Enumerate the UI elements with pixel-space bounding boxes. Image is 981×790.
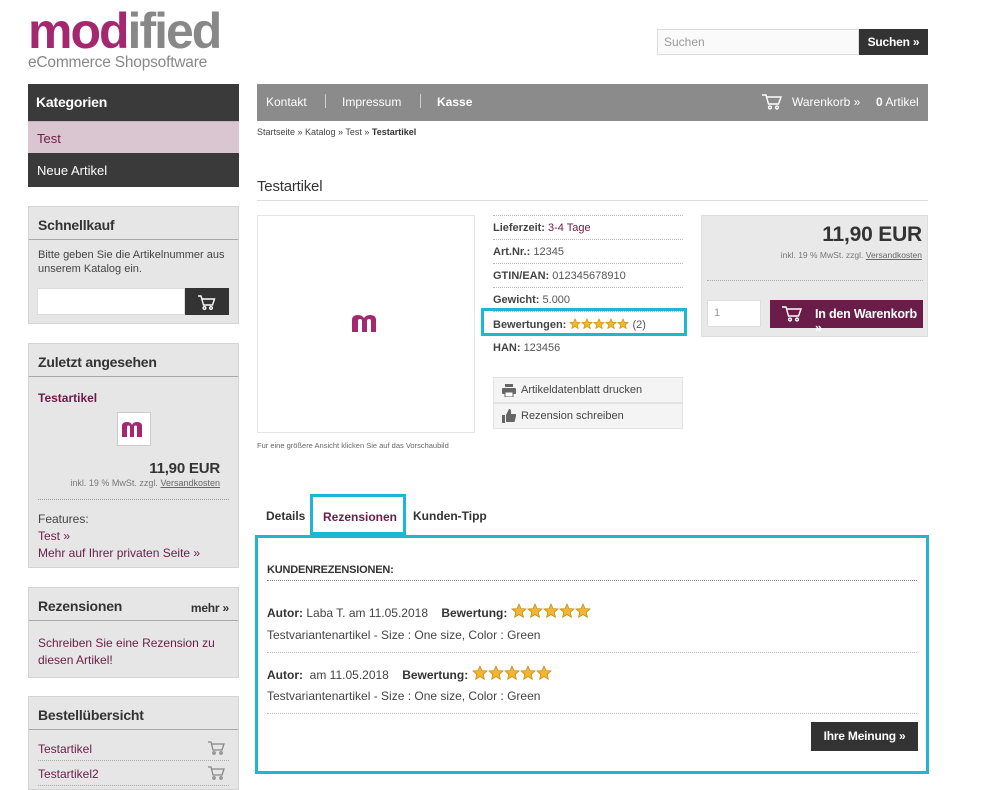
logo-tagline: eCommerce Shopsoftware (28, 54, 208, 71)
category-item-test[interactable]: Test (28, 121, 239, 153)
quantity-input[interactable]: 1 (707, 300, 761, 327)
add-to-cart-button[interactable]: In den Warenkorb » (770, 300, 923, 335)
review-meta: Autor: am 11.05.2018 Bewertung: (267, 665, 554, 682)
info-han: HAN: 123456 (493, 335, 683, 359)
feature-link-test[interactable]: Test » (38, 528, 200, 545)
breadcrumb[interactable]: Startseite » Katalog » Test » Testartike… (257, 127, 416, 137)
quick-buy-box: Schnellkauf Bitte geben Sie die Artikeln… (28, 206, 239, 324)
thumbs-up-icon (502, 409, 516, 423)
cart-icon[interactable] (207, 765, 227, 781)
features-label: Features: (38, 512, 89, 526)
recently-viewed-box: Zuletzt angesehen Testartikel 11,90 EUR … (28, 343, 239, 568)
cart-icon[interactable] (761, 93, 785, 111)
divider (707, 280, 923, 281)
order-overview-box: Bestellübersicht Testartikel Testartikel… (28, 696, 239, 790)
quick-buy-button[interactable] (185, 288, 229, 315)
cart-icon[interactable] (207, 740, 227, 756)
divider (267, 580, 917, 581)
category-item-new-articles[interactable]: Neue Artikel (28, 153, 239, 187)
info-article-number: Art.Nr.: 12345 (493, 239, 683, 263)
shipping-cost-link[interactable]: Versandkosten (160, 478, 220, 488)
nav-cart-count[interactable]: 0 Artikel (876, 95, 919, 109)
buy-box: 11,90 EUR inkl. 19 % MwSt. zzgl. Versand… (701, 215, 928, 337)
tab-reviews[interactable]: Rezensionen (310, 494, 406, 535)
private-page-link[interactable]: Mehr auf Ihrer privaten Seite » (38, 545, 200, 562)
reviews-box: Rezensionen mehr » Schreiben Sie eine Re… (28, 587, 239, 678)
nav-cart-link[interactable]: Warenkorb » (792, 95, 860, 109)
search-input[interactable]: Suchen (657, 29, 859, 55)
rating-highlight (481, 308, 687, 336)
recent-vat-note: inkl. 19 % MwSt. zzgl. Versandkosten (70, 478, 220, 488)
nav-separator (325, 94, 326, 108)
logo[interactable]: modified eCommerce Shopsoftware (28, 6, 243, 74)
vat-note: inkl. 19 % MwSt. zzgl. Versandkosten (780, 250, 922, 260)
reviews-panel: KUNDENREZENSIONEN: Autor: Laba T. am 11.… (255, 535, 929, 774)
page-title: Testartikel (257, 178, 323, 195)
main-nav: Kontakt Impressum Kasse Warenkorb » 0 Ar… (257, 84, 928, 121)
reviews-heading: KUNDENREZENSIONEN: (267, 564, 394, 576)
review-rating-stars (471, 665, 552, 681)
order-item[interactable]: Testartikel2 (38, 762, 229, 786)
nav-contact[interactable]: Kontakt (266, 95, 307, 109)
recently-viewed-title: Zuletzt angesehen (29, 344, 238, 377)
image-hint: Fur eine größere Ansicht klicken Sie auf… (257, 441, 449, 450)
logo-wordmark: modified (28, 3, 222, 59)
quick-buy-text: Bitte geben Sie die Artikelnummer aus un… (38, 249, 225, 275)
recent-product-thumbnail[interactable] (117, 412, 151, 446)
product-m-logo (352, 315, 376, 332)
divider (267, 652, 917, 653)
info-gtin: GTIN/EAN: 012345678910 (493, 263, 683, 287)
reviews-more-link[interactable]: mehr » (191, 601, 229, 615)
product-m-logo (122, 422, 142, 437)
recent-features: Features: Test » Mehr auf Ihrer privaten… (38, 511, 200, 562)
cart-icon (782, 306, 802, 322)
write-review-link[interactable]: Schreiben Sie eine Rezension zu diesen A… (38, 635, 228, 669)
print-datasheet-button[interactable]: Artikeldatenblatt drucken (493, 377, 683, 403)
quick-buy-title: Schnellkauf (29, 207, 238, 240)
review-text: Testvariantenartikel - Size : One size, … (267, 689, 541, 703)
product-price: 11,90 EUR (822, 223, 922, 246)
your-opinion-button[interactable]: Ihre Meinung » (811, 722, 918, 751)
categories-title: Kategorien (28, 84, 239, 121)
review-text: Testvariantenartikel - Size : One size, … (267, 628, 541, 642)
tab-details[interactable]: Details (266, 509, 305, 523)
printer-icon (502, 384, 516, 397)
nav-imprint[interactable]: Impressum (342, 95, 401, 109)
article-number-input[interactable] (37, 288, 185, 315)
search-button[interactable]: Suchen » (859, 29, 928, 55)
order-item[interactable]: Testartikel (38, 737, 229, 761)
title-divider (257, 200, 928, 201)
review-meta: Autor: Laba T. am 11.05.2018 Bewertung: (267, 603, 593, 620)
divider (38, 499, 229, 500)
order-overview-title: Bestellübersicht (29, 697, 238, 730)
write-review-button[interactable]: Rezension schreiben (493, 403, 683, 429)
cart-icon (198, 295, 216, 311)
info-delivery: Lieferzeit: 3-4 Tage (493, 215, 683, 239)
shipping-cost-link[interactable]: Versandkosten (866, 250, 922, 260)
review-rating-stars (510, 603, 591, 619)
product-image[interactable] (257, 215, 475, 433)
divider (267, 713, 917, 714)
recent-product-link[interactable]: Testartikel (38, 391, 97, 405)
nav-checkout[interactable]: Kasse (437, 95, 472, 109)
recent-product-price: 11,90 EUR (149, 460, 220, 477)
nav-separator (420, 94, 421, 108)
tab-customer-tip[interactable]: Kunden-Tipp (413, 509, 487, 523)
